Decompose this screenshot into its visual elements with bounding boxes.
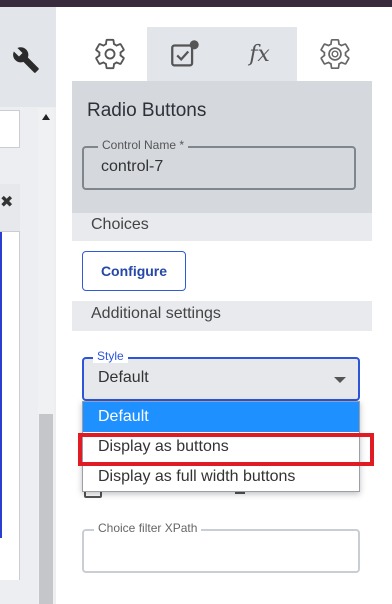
top-window-bar xyxy=(0,0,392,7)
highlight-outline xyxy=(78,433,374,466)
left-card-canvas[interactable] xyxy=(0,184,20,580)
control-name-label: Control Name * xyxy=(98,138,189,152)
scroll-up-arrow-icon[interactable] xyxy=(42,114,50,120)
style-option-default[interactable]: Default xyxy=(83,402,359,432)
choice-filter-xpath-field[interactable] xyxy=(82,529,360,573)
choices-label: Choices xyxy=(91,216,149,233)
scrollbar-thumb[interactable] xyxy=(39,414,53,604)
tab-advanced[interactable] xyxy=(297,27,372,81)
style-option-full-width-buttons[interactable]: Display as full width buttons xyxy=(83,462,359,492)
gear-icon xyxy=(94,38,125,70)
tab-validation[interactable] xyxy=(147,27,222,81)
panel-tabs: fx xyxy=(72,27,372,81)
tab-calculation[interactable]: fx xyxy=(222,27,297,81)
advanced-gear-icon xyxy=(319,38,350,70)
choice-filter-xpath-label: Choice filter XPath xyxy=(94,521,202,535)
style-select-value[interactable]: Default xyxy=(98,369,149,387)
left-card-focus-edge xyxy=(0,232,2,538)
tab-settings[interactable] xyxy=(72,27,147,81)
wrench-icon[interactable] xyxy=(12,46,40,74)
left-card-top[interactable] xyxy=(0,110,20,148)
fx-icon: fx xyxy=(249,41,270,67)
chevron-down-icon[interactable] xyxy=(334,377,346,383)
close-icon[interactable]: ✖ xyxy=(0,192,13,211)
style-label: Style xyxy=(93,349,128,363)
left-divider-band xyxy=(0,148,38,186)
validation-checkbox-icon xyxy=(170,40,199,67)
additional-settings-label: Additional settings xyxy=(91,305,221,322)
control-name-value[interactable]: control-7 xyxy=(101,158,163,176)
control-type-title: Radio Buttons xyxy=(87,100,207,121)
configure-button[interactable]: Configure xyxy=(82,251,186,291)
